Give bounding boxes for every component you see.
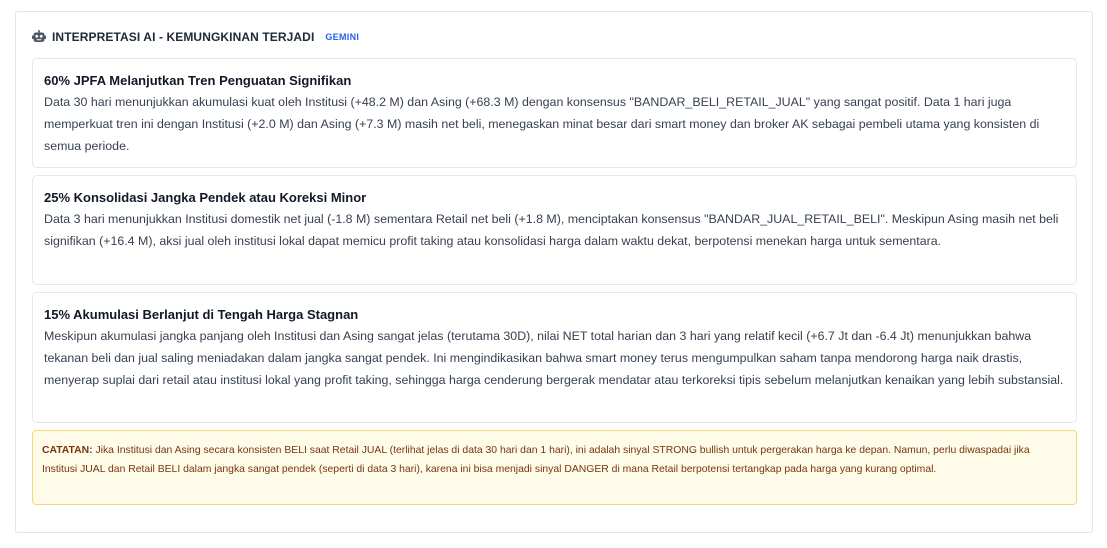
scenario-description: Data 30 hari menunjukkan akumulasi kuat … [44, 95, 1040, 153]
scenario-card: 60% JPFA Melanjutkan Tren Penguatan Sign… [32, 58, 1077, 168]
scenario-title: 25% Konsolidasi Jangka Pendek atau Korek… [44, 190, 367, 205]
scenario-title: 60% JPFA Melanjutkan Tren Penguatan Sign… [44, 73, 352, 88]
note-box: CATATAN: Jika Institusi dan Asing secara… [32, 430, 1077, 505]
note-label: CATATAN: [42, 445, 93, 456]
model-badge: GEMINI [325, 32, 360, 42]
note-text: Jika Institusi dan Asing secara konsiste… [42, 445, 1030, 475]
panel-header: INTERPRETASI AI - KEMUNGKINAN TERJADI GE… [32, 29, 359, 45]
scenario-card: 15% Akumulasi Berlanjut di Tengah Harga … [32, 292, 1077, 423]
robot-icon [32, 30, 46, 44]
scenario-card: 25% Konsolidasi Jangka Pendek atau Korek… [32, 175, 1077, 285]
ai-interpretation-panel: INTERPRETASI AI - KEMUNGKINAN TERJADI GE… [15, 11, 1093, 533]
scenario-description: Meskipun akumulasi jangka panjang oleh I… [44, 329, 1064, 387]
scenario-title: 15% Akumulasi Berlanjut di Tengah Harga … [44, 307, 359, 322]
panel-title: INTERPRETASI AI - KEMUNGKINAN TERJADI [52, 30, 315, 44]
scenario-description: Data 3 hari menunjukkan Institusi domest… [44, 212, 1059, 248]
